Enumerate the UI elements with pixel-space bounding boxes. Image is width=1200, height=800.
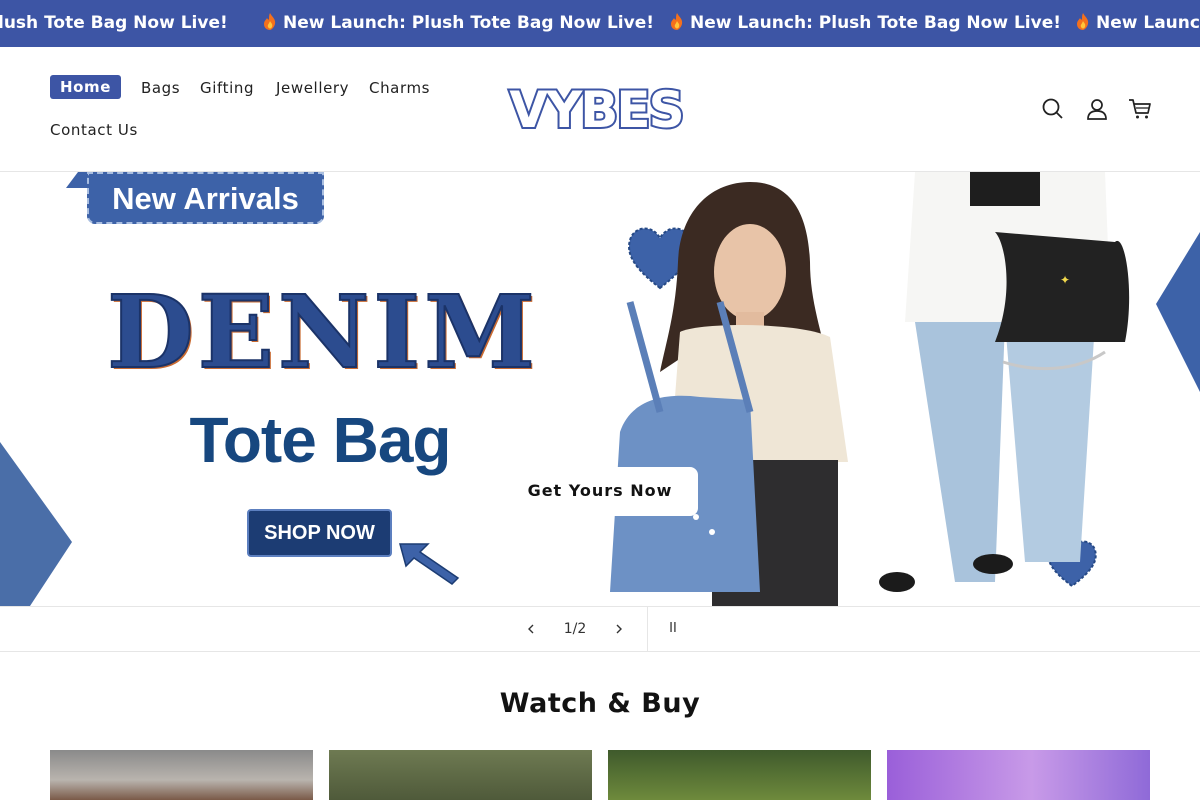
hero-headline: DENIM bbox=[106, 273, 539, 391]
fire-icon bbox=[264, 13, 276, 30]
slider-controls: 1/2 II bbox=[0, 606, 1200, 652]
announcement-item[interactable]: New Launch: Plush Tote Bag Now Live! bbox=[263, 12, 654, 34]
site-header: Home Bags Gifting Jewellery Charms Conta… bbox=[0, 47, 1200, 172]
video-card[interactable] bbox=[887, 750, 1150, 800]
bag-print: ✦ bbox=[1060, 273, 1070, 287]
nav-charms[interactable]: Charms bbox=[369, 78, 430, 98]
hero-subheadline: Tote Bag bbox=[189, 404, 451, 476]
slider-counter: 1/2 bbox=[563, 621, 587, 637]
nav-jewellery[interactable]: Jewellery bbox=[276, 78, 349, 98]
vybes-logo[interactable]: VYBES bbox=[506, 83, 686, 135]
chevron-right-icon bbox=[616, 624, 622, 634]
denim-corner-shape bbox=[0, 442, 72, 606]
denim-corner-shape bbox=[1156, 232, 1200, 392]
announcement-text: lush Tote Bag Now Live! bbox=[0, 13, 228, 33]
get-yours-now-label: Get Yours Now bbox=[527, 481, 673, 500]
model-photo-right: ✦ bbox=[879, 172, 1130, 592]
announcement-bar: lush Tote Bag Now Live! New Launch: Plus… bbox=[0, 0, 1200, 47]
controls-divider bbox=[647, 607, 648, 651]
logo-text: VYBES bbox=[509, 83, 682, 135]
announcement-item[interactable]: New Launch: Plush Tote Bag Now Live! bbox=[670, 12, 1061, 34]
slider-next-button[interactable] bbox=[602, 607, 636, 651]
slider-pause-button[interactable]: II bbox=[658, 607, 688, 651]
video-card[interactable] bbox=[608, 750, 871, 800]
announcement-item[interactable]: lush Tote Bag Now Live! bbox=[0, 12, 228, 34]
fire-icon bbox=[1077, 13, 1089, 30]
chevron-left-icon bbox=[528, 624, 534, 634]
video-card[interactable] bbox=[50, 750, 313, 800]
arrow-icon bbox=[399, 543, 460, 585]
model-photo-left bbox=[610, 182, 848, 606]
section-title: Watch & Buy bbox=[499, 688, 701, 719]
fire-icon bbox=[671, 13, 683, 30]
announcement-text: New Launch: Plush Tote Bag Now Live! bbox=[690, 13, 1061, 33]
announcement-text: New Launch: Plush Tote Bag Now Live! bbox=[283, 13, 654, 33]
cart-icon[interactable] bbox=[1127, 96, 1153, 122]
account-icon[interactable] bbox=[1084, 96, 1110, 122]
announcement-item[interactable]: New Launch bbox=[1076, 12, 1200, 34]
search-icon[interactable] bbox=[1040, 96, 1066, 122]
slider-prev-button[interactable] bbox=[514, 607, 548, 651]
video-card[interactable] bbox=[329, 750, 592, 800]
nav-bags[interactable]: Bags bbox=[141, 78, 180, 98]
nav-gifting[interactable]: Gifting bbox=[200, 78, 254, 98]
shop-now-label: SHOP NOW bbox=[264, 522, 375, 544]
announcement-text: New Launch bbox=[1096, 13, 1200, 33]
nav-contact-us[interactable]: Contact Us bbox=[50, 120, 138, 140]
hero-banner[interactable]: New Arrivals DENIM Tote Bag SHOP NOW ✦ G… bbox=[0, 172, 1200, 606]
new-arrivals-text: New Arrivals bbox=[112, 181, 299, 216]
nav-home[interactable]: Home bbox=[50, 75, 122, 99]
